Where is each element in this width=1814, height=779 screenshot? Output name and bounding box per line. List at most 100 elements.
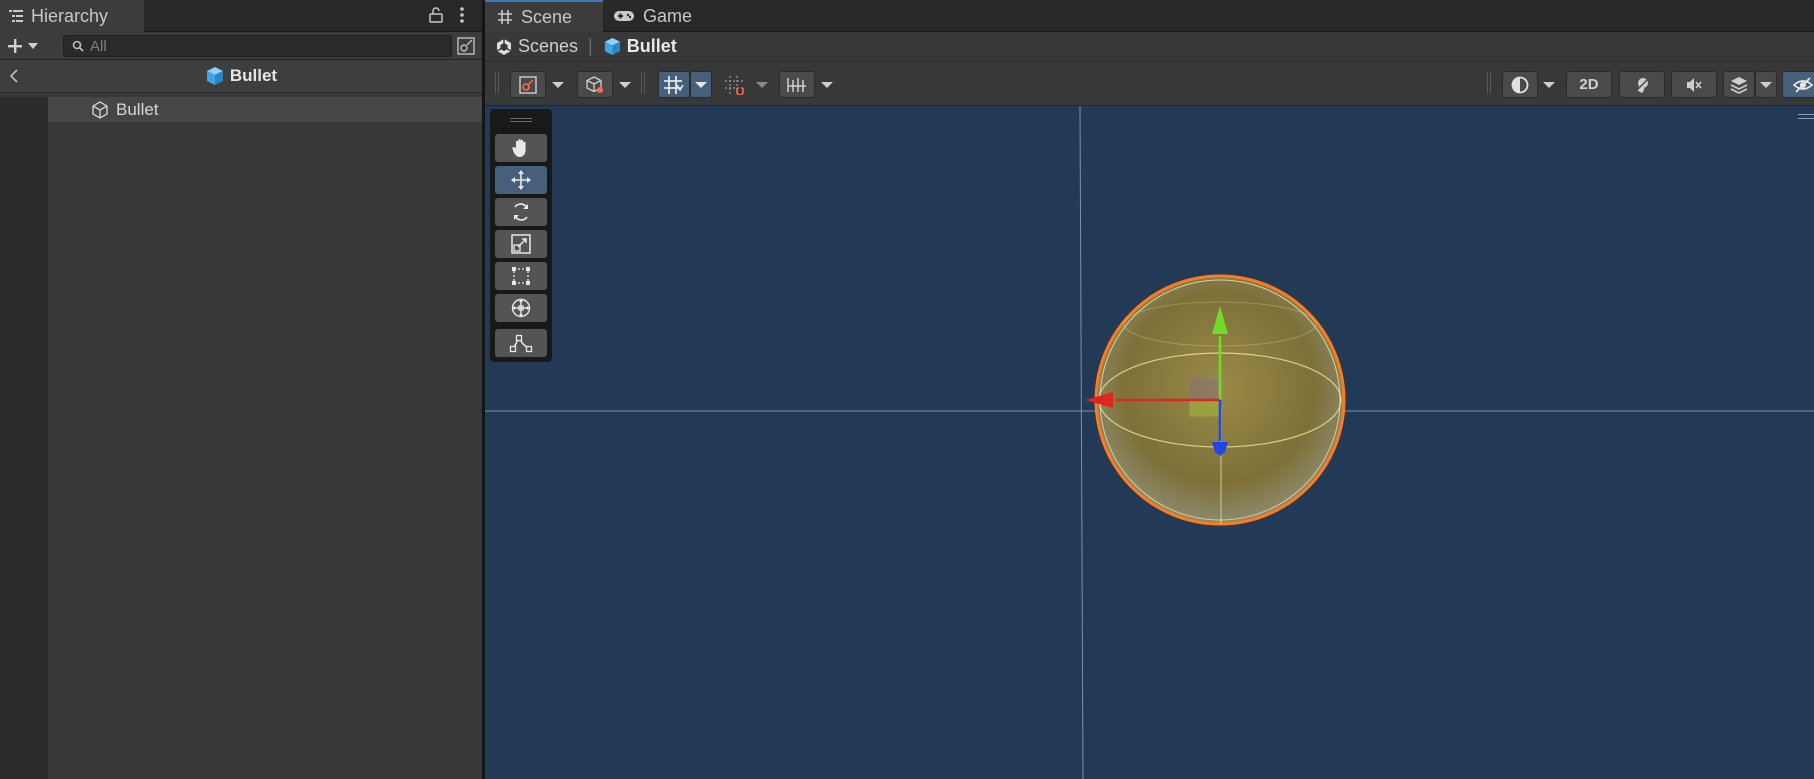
prefab-cube-icon (206, 67, 223, 85)
lighting-toggle-button[interactable] (1619, 71, 1665, 98)
scene-canvas[interactable] (485, 106, 1814, 779)
lightbulb-icon (1634, 76, 1650, 93)
hidden-eye-icon (1792, 76, 1813, 93)
tab-game[interactable]: Game (613, 0, 713, 32)
snap-dropdown[interactable] (751, 71, 773, 98)
overlay-menu-handle[interactable] (1798, 114, 1814, 119)
shading-mode-button[interactable] (1502, 71, 1538, 98)
caret-down-icon (821, 81, 833, 88)
scene-viewport[interactable] (485, 106, 1814, 779)
increment-snap-dropdown[interactable] (815, 71, 839, 98)
list-item[interactable]: Bullet (48, 97, 482, 122)
gizmo-plane-xz (1189, 399, 1221, 417)
scene-toolbar: 2D (485, 62, 1814, 106)
caret-down-icon (28, 43, 38, 49)
breadcrumb-separator: | (588, 36, 593, 56)
snap-increment-button[interactable] (719, 71, 751, 98)
effects-dropdown[interactable] (1755, 71, 1777, 98)
grid-hash-icon (498, 10, 512, 24)
tab-scene-label: Scene (521, 6, 573, 27)
scene-panel: Scene Game Scenes | Bullet 2D (485, 0, 1814, 779)
breadcrumb-bullet[interactable]: Bullet (603, 36, 677, 57)
grid-axis-vertical (1079, 106, 1084, 779)
more-options-icon[interactable] (456, 5, 468, 25)
caret-down-icon (619, 81, 631, 88)
rotate-icon (514, 203, 528, 221)
prefab-title-label: Bullet (229, 66, 278, 85)
path-tool-icon (509, 334, 533, 353)
grid-magnet-icon (725, 75, 744, 95)
hierarchy-panel: Hierarchy All Bullet Bullet (0, 0, 482, 779)
custom-editor-tool-button[interactable] (495, 329, 547, 357)
grid-snap-icon (664, 75, 684, 94)
list-icon (9, 10, 23, 22)
scene-tabbar: Scene Game (485, 0, 1814, 32)
caret-down-icon (1543, 81, 1555, 88)
shading-dropdown[interactable] (1538, 71, 1560, 98)
hierarchy-tabbar: Hierarchy (0, 0, 482, 32)
prefab-cube-icon (604, 37, 620, 56)
caret-down-icon (552, 81, 564, 88)
prefab-mode-header: Bullet (0, 60, 482, 93)
lock-icon[interactable] (428, 7, 444, 23)
hand-tool-button[interactable] (495, 134, 547, 162)
breadcrumb-scenes-label: Scenes (518, 36, 579, 56)
search-scene-icon[interactable] (456, 36, 476, 56)
pivot-handle-icon (519, 75, 537, 94)
speaker-muted-icon (1687, 77, 1702, 92)
tools-overlay (490, 109, 552, 362)
scale-tool-button[interactable] (495, 230, 547, 258)
move-tool-button[interactable] (495, 166, 547, 194)
tab-hierarchy[interactable]: Hierarchy (0, 0, 144, 32)
layers-icon (1730, 76, 1748, 94)
hierarchy-tree: Bullet (0, 97, 482, 779)
ruler-icon (787, 77, 806, 92)
tools-overlay-grip[interactable] (510, 118, 532, 122)
audio-toggle-button[interactable] (1671, 71, 1717, 98)
toolbar-grip[interactable] (1487, 72, 1491, 94)
caret-down-icon (756, 81, 768, 88)
create-dropdown-button[interactable] (6, 34, 48, 58)
toggle-2d-label: 2D (1579, 76, 1599, 93)
rect-tool-button[interactable] (495, 262, 547, 290)
breadcrumb: Scenes | Bullet (485, 32, 1814, 62)
hierarchy-search-input[interactable]: All (63, 35, 452, 57)
increment-snap-button[interactable] (779, 71, 815, 98)
rect-transform-icon (512, 267, 530, 285)
scale-icon (511, 234, 531, 254)
hierarchy-toolbar: All (0, 32, 482, 60)
breadcrumb-scenes[interactable]: Scenes (495, 36, 578, 57)
pivot-dropdown[interactable] (546, 71, 570, 98)
transform-icon (511, 298, 531, 318)
tool-handle-rotation-button[interactable] (577, 71, 613, 98)
move-arrows-icon (511, 170, 531, 190)
effects-toggle-button[interactable] (1723, 71, 1755, 98)
tool-handle-position-button[interactable] (510, 71, 546, 98)
list-item-label: Bullet (116, 99, 159, 119)
transform-tool-button[interactable] (495, 294, 547, 322)
global-local-cube-icon (586, 75, 603, 93)
toolbar-grip[interactable] (641, 72, 645, 94)
plus-icon (8, 39, 22, 53)
grid-dropdown[interactable] (690, 71, 712, 98)
tree-gutter (0, 97, 48, 779)
scene-visibility-button[interactable] (1782, 71, 1814, 98)
toolbar-grip[interactable] (495, 72, 499, 94)
global-local-dropdown[interactable] (613, 71, 637, 98)
toggle-2d-button[interactable]: 2D (1566, 71, 1612, 98)
caret-down-icon (695, 81, 707, 88)
search-placeholder: All (90, 37, 107, 55)
caret-down-icon (1760, 81, 1772, 88)
grid-visibility-button[interactable] (658, 71, 690, 98)
shaded-sphere-icon (1511, 76, 1529, 93)
hand-icon (512, 139, 526, 157)
gamepad-icon (614, 11, 634, 21)
back-arrow-icon[interactable] (8, 68, 22, 84)
prefab-title: Bullet (205, 66, 277, 86)
tab-hierarchy-label: Hierarchy (31, 5, 109, 26)
gameobject-cube-icon (92, 100, 108, 119)
gizmo-plane-xy (1189, 378, 1221, 401)
tab-scene[interactable]: Scene (485, 0, 603, 32)
search-icon (72, 40, 84, 52)
rotate-tool-button[interactable] (495, 198, 547, 226)
